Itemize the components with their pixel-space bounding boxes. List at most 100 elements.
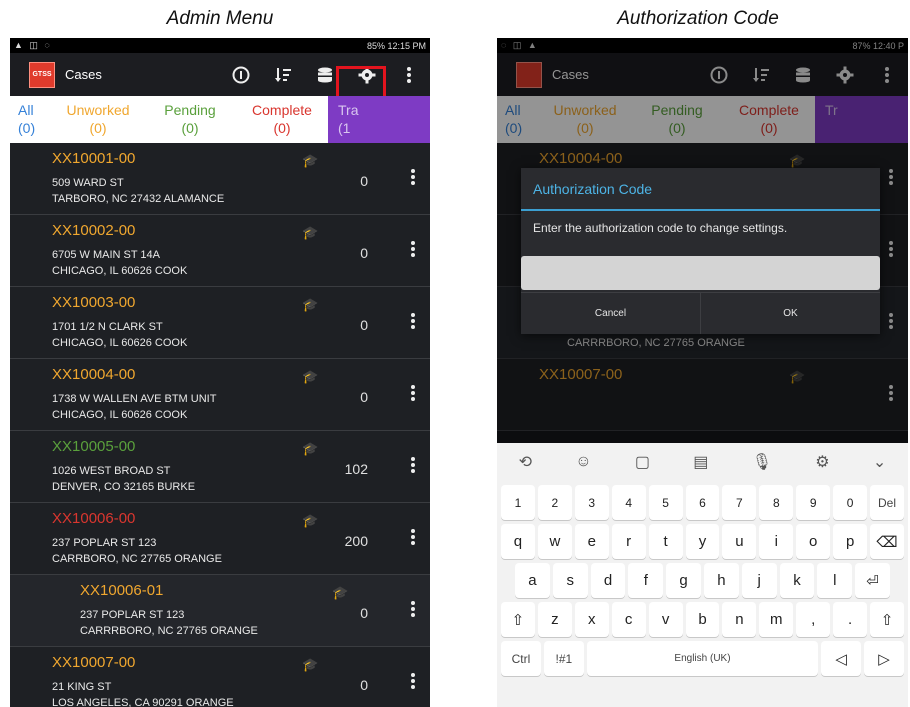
key-j[interactable]: j: [741, 563, 777, 598]
key-special[interactable]: ,: [796, 602, 831, 637]
key-special[interactable]: ▷: [864, 641, 904, 676]
key-special[interactable]: ⇧: [870, 602, 904, 637]
case-row[interactable]: XX10006-01 237 POPLAR ST 123 CARRRBORO, NC…: [10, 575, 430, 647]
key-h[interactable]: h: [703, 563, 739, 598]
graduation-cap-icon: 🎓: [302, 441, 319, 456]
tab-all[interactable]: All (0): [18, 96, 52, 143]
key-5[interactable]: 5: [648, 485, 683, 520]
key-k[interactable]: k: [779, 563, 815, 598]
microphone-icon[interactable]: 🎙: [752, 452, 772, 472]
admin-menu-screen: ▲ ◫ ◌ 85% 12:15 PM GTSS Cases All (0) Unw…: [10, 38, 430, 707]
row-overflow-menu-icon[interactable]: [410, 383, 416, 403]
key-special[interactable]: ◁: [821, 641, 862, 676]
key-u[interactable]: u: [722, 524, 757, 559]
address-line-1: 6705 W MAIN ST 14A: [52, 249, 161, 261]
case-row[interactable]: XX10003-00 1701 1/2 N CLARK ST CHICAGO, IL…: [10, 287, 430, 359]
tab-trash[interactable]: Tra (1: [328, 96, 430, 143]
cancel-button[interactable]: Cancel: [521, 293, 701, 334]
key-4[interactable]: 4: [611, 485, 646, 520]
sticker-icon[interactable]: ▢: [635, 452, 650, 472]
key-e[interactable]: e: [574, 524, 609, 559]
text-cursor-icon[interactable]: ⟲: [519, 452, 532, 472]
key-special[interactable]: ⏎: [855, 563, 890, 598]
graduation-cap-icon: 🎓: [302, 513, 319, 528]
keyboard-toolbar: ⟲ ☺ ▢ ▤ 🎙 ⚙ ⌄: [497, 443, 908, 481]
overflow-menu-icon[interactable]: [388, 66, 430, 84]
graduation-cap-icon: 🎓: [302, 657, 319, 672]
key-m[interactable]: m: [759, 602, 794, 637]
graduation-cap-icon: 🎓: [302, 369, 319, 384]
key-special[interactable]: !#1: [543, 641, 584, 676]
key-c[interactable]: c: [611, 602, 646, 637]
keyboard-settings-icon[interactable]: ⚙: [815, 452, 829, 472]
tab-count: (0): [89, 120, 107, 136]
info-icon[interactable]: [220, 66, 262, 84]
key-a[interactable]: a: [515, 563, 550, 598]
key-special[interactable]: ⇧: [501, 602, 535, 637]
key-o[interactable]: o: [796, 524, 831, 559]
key-w[interactable]: w: [537, 524, 572, 559]
app-title: Cases: [65, 67, 102, 82]
key-p[interactable]: p: [833, 524, 868, 559]
key-l[interactable]: l: [817, 563, 853, 598]
key-1[interactable]: 1: [501, 485, 535, 520]
key-7[interactable]: 7: [722, 485, 757, 520]
key-3[interactable]: 3: [574, 485, 609, 520]
key-q[interactable]: q: [501, 524, 535, 559]
key-v[interactable]: v: [648, 602, 683, 637]
key-i[interactable]: i: [759, 524, 794, 559]
key-r[interactable]: r: [611, 524, 646, 559]
caption-authorization-code: Authorization Code: [617, 8, 779, 29]
chevron-down-icon[interactable]: ⌄: [873, 452, 886, 472]
case-row[interactable]: XX10001-00 509 WARD ST TARBORO, NC 27432 A…: [10, 143, 430, 215]
row-overflow-menu-icon[interactable]: [410, 239, 416, 259]
row-overflow-menu-icon[interactable]: [410, 167, 416, 187]
app-logo: GTSS: [29, 61, 55, 88]
case-row[interactable]: XX10004-00 1738 W WALLEN AVE BTM UNIT CHIC…: [10, 359, 430, 431]
key-x[interactable]: x: [574, 602, 609, 637]
address-line-1: 1738 W WALLEN AVE BTM UNIT: [52, 393, 217, 405]
case-row[interactable]: XX10007-00 21 KING ST LOS ANGELES, CA 9029…: [10, 647, 430, 707]
row-overflow-menu-icon[interactable]: [410, 311, 416, 331]
case-count: 0: [360, 173, 368, 189]
case-count: 0: [360, 245, 368, 261]
key-special[interactable]: English (UK): [586, 641, 819, 676]
row-overflow-menu-icon[interactable]: [410, 599, 416, 619]
key-s[interactable]: s: [552, 563, 588, 598]
key-d[interactable]: d: [590, 563, 626, 598]
key-special[interactable]: .: [833, 602, 868, 637]
tab-unworked[interactable]: Unworked (0): [52, 96, 144, 143]
row-overflow-menu-icon[interactable]: [410, 527, 416, 547]
tab-pending[interactable]: Pending (0): [144, 96, 236, 143]
case-row[interactable]: XX10006-00 237 POPLAR ST 123 CARRBORO, NC …: [10, 503, 430, 575]
key-f[interactable]: f: [628, 563, 664, 598]
case-number: XX10006-00: [52, 510, 136, 527]
key-6[interactable]: 6: [685, 485, 720, 520]
key-z[interactable]: z: [537, 602, 572, 637]
key-n[interactable]: n: [722, 602, 757, 637]
case-row[interactable]: XX10005-00 1026 WEST BROAD ST DENVER, CO 3…: [10, 431, 430, 503]
key-special[interactable]: Del: [870, 485, 904, 520]
ok-button[interactable]: OK: [701, 293, 880, 334]
authorization-code-screen: ◌ ◫ ▲ 87% 12:40 P Cases All (0) Unworked(…: [497, 38, 908, 707]
case-number: XX10001-00: [52, 150, 136, 167]
key-9[interactable]: 9: [796, 485, 831, 520]
authorization-code-input[interactable]: [521, 256, 880, 290]
key-0[interactable]: 0: [833, 485, 868, 520]
key-special[interactable]: Ctrl: [501, 641, 541, 676]
tab-complete[interactable]: Complete (0): [236, 96, 328, 143]
gif-icon[interactable]: ▤: [693, 452, 708, 472]
sort-icon[interactable]: [262, 66, 304, 84]
key-special[interactable]: ⌫: [870, 524, 904, 559]
key-t[interactable]: t: [648, 524, 683, 559]
row-overflow-menu-icon[interactable]: [410, 671, 416, 691]
key-y[interactable]: y: [685, 524, 720, 559]
row-overflow-menu-icon[interactable]: [410, 455, 416, 475]
key-g[interactable]: g: [666, 563, 701, 598]
key-8[interactable]: 8: [759, 485, 794, 520]
case-row[interactable]: XX10002-00 6705 W MAIN ST 14A CHICAGO, IL …: [10, 215, 430, 287]
key-b[interactable]: b: [685, 602, 720, 637]
case-count: 102: [344, 461, 368, 477]
emoji-icon[interactable]: ☺: [575, 453, 591, 471]
key-2[interactable]: 2: [537, 485, 572, 520]
